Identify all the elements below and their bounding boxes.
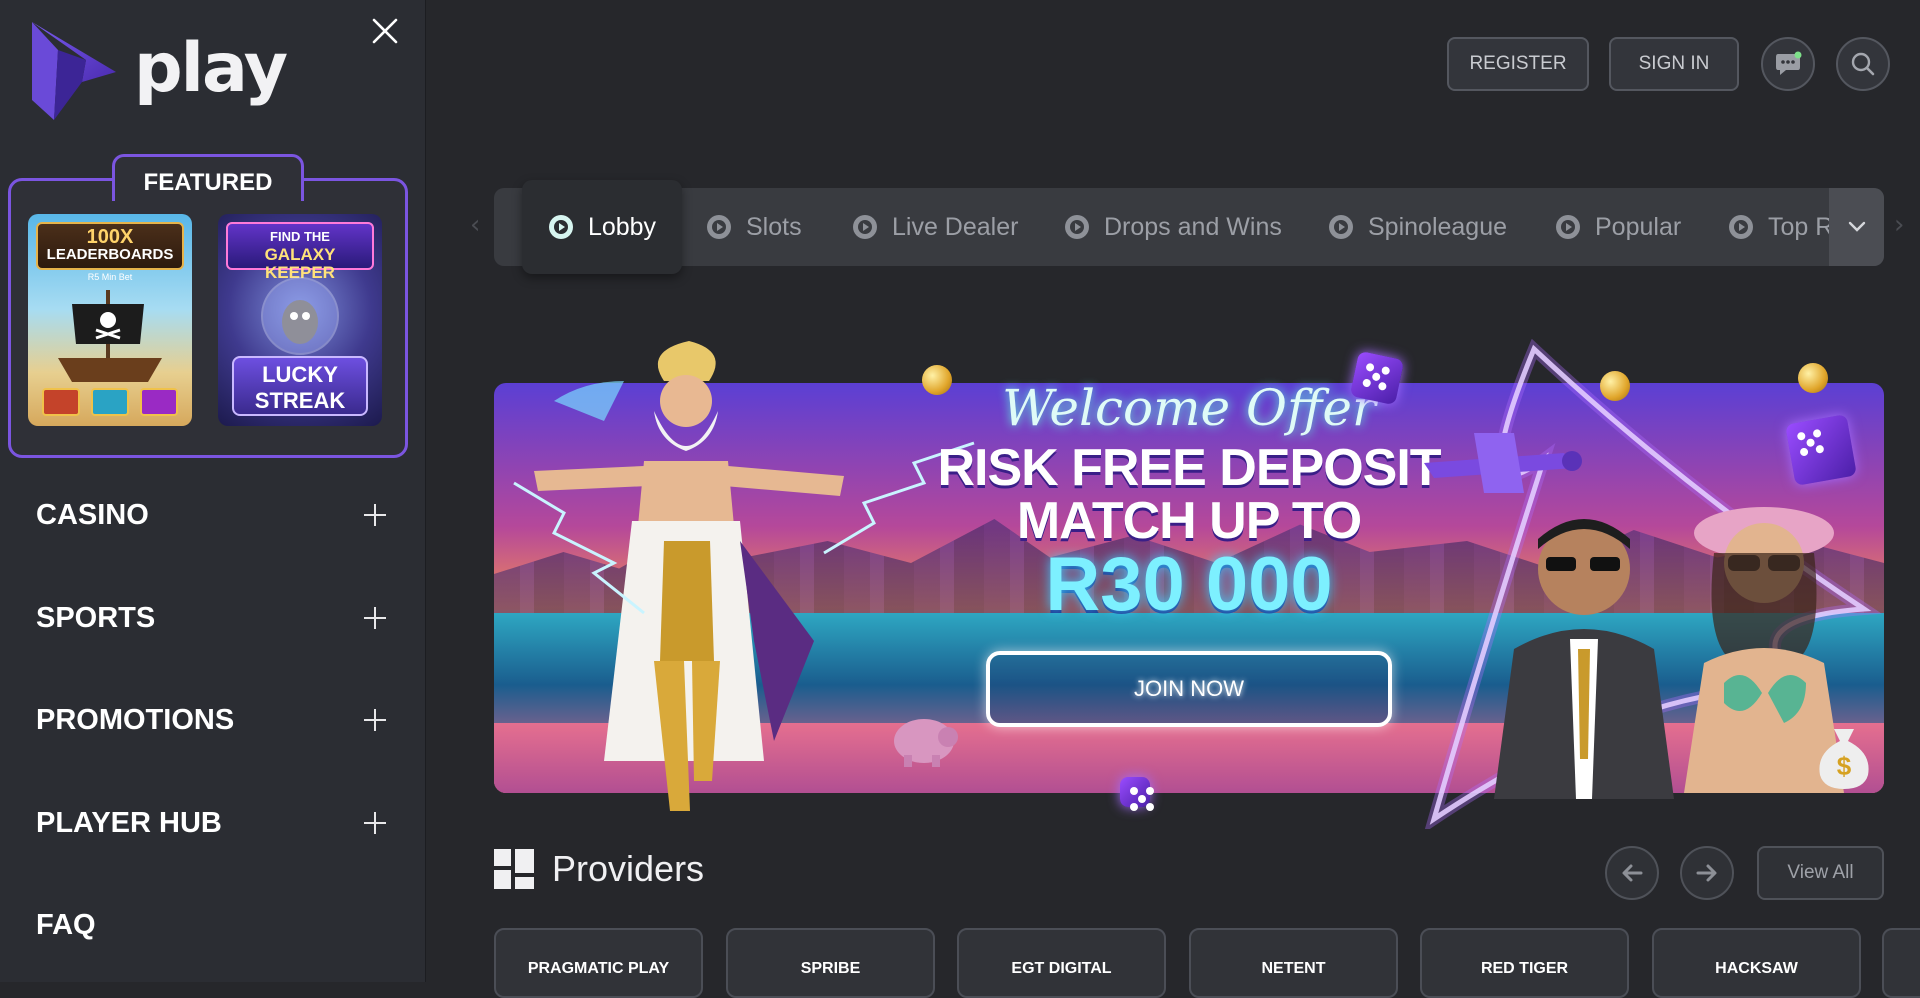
provider-card[interactable]: NETENT bbox=[1189, 928, 1398, 998]
providers-next-button[interactable] bbox=[1680, 846, 1734, 900]
tab-label: Popular bbox=[1595, 212, 1682, 241]
expand-plus-icon bbox=[364, 607, 386, 629]
provider-name: RED TIGER bbox=[1480, 960, 1569, 977]
featured-card-leaderboards[interactable]: 100X LEADERBOARDS R5 Min Bet bbox=[28, 214, 192, 426]
sidebar: play FEATURED 100X LEADERBOARDS R5 Min B… bbox=[0, 0, 426, 982]
tab-label: Spinoleague bbox=[1368, 212, 1508, 241]
plane-icon bbox=[1424, 433, 1582, 493]
tab-lobby[interactable]: Lobby bbox=[522, 180, 682, 274]
chevron-down-icon bbox=[1848, 221, 1865, 232]
brand-wordmark: play bbox=[134, 28, 288, 108]
featured-card-subtitle: LEADERBOARDS bbox=[46, 246, 174, 263]
featured-card-kicker: FIND THE bbox=[270, 229, 330, 244]
featured-card-note: R5 Min Bet bbox=[87, 272, 133, 282]
tab-spinoleague[interactable]: Spinoleague bbox=[1328, 188, 1507, 266]
provider-card-partial[interactable] bbox=[1882, 928, 1920, 998]
money-bag-icon: $ bbox=[1819, 729, 1869, 789]
dice-icon bbox=[1349, 350, 1405, 406]
dice-icon bbox=[1120, 777, 1150, 807]
grid-icon bbox=[494, 849, 534, 889]
sign-in-button[interactable]: SIGN IN bbox=[1609, 37, 1739, 91]
nav-label: SPORTS bbox=[36, 601, 156, 634]
expand-plus-icon bbox=[364, 812, 386, 834]
provider-name: EGT DIGITAL bbox=[1011, 960, 1112, 977]
provider-name: PRAGMATIC PLAY bbox=[527, 960, 670, 977]
galaxy-globe-icon bbox=[261, 277, 339, 355]
close-icon bbox=[372, 18, 398, 44]
featured-card-banner: FIND THE GALAXY KEEPER bbox=[226, 222, 374, 282]
tab-top[interactable]: Top R bbox=[1728, 188, 1833, 266]
top-icon bbox=[1729, 215, 1753, 239]
search-button[interactable] bbox=[1836, 37, 1890, 91]
coin-icon bbox=[922, 365, 952, 395]
svg-text:$: $ bbox=[1837, 751, 1852, 781]
nav-promotions[interactable]: PROMOTIONS bbox=[36, 690, 386, 750]
nav-label: CASINO bbox=[36, 498, 149, 531]
treasure-chests bbox=[42, 388, 178, 416]
nav-label: FAQ bbox=[36, 908, 96, 941]
tab-slots[interactable]: Slots bbox=[706, 188, 802, 266]
tab-label: Top R bbox=[1768, 212, 1834, 241]
pirate-ship-icon bbox=[58, 290, 162, 382]
lobby-icon bbox=[548, 215, 573, 239]
chat-button[interactable] bbox=[1761, 37, 1815, 91]
provider-card[interactable]: EGT DIGITAL bbox=[957, 928, 1166, 998]
expand-plus-icon bbox=[364, 709, 386, 731]
join-now-button[interactable]: JOIN NOW bbox=[986, 651, 1392, 727]
featured-card-galaxy-keeper[interactable]: FIND THE GALAXY KEEPER LUCKY STREAK bbox=[218, 214, 382, 426]
featured-label: FEATURED bbox=[112, 154, 304, 201]
hero-banner[interactable]: Welcome Offer RISK FREE DEPOSIT MATCH UP… bbox=[494, 339, 1884, 829]
brand-logo[interactable]: play bbox=[28, 20, 288, 124]
provider-card[interactable]: SPRIBE bbox=[726, 928, 935, 998]
nav-label: PLAYER HUB bbox=[36, 806, 222, 839]
expand-plus-icon bbox=[364, 504, 386, 526]
slots-icon bbox=[707, 215, 731, 239]
tabs-scroll-right-icon[interactable]: › bbox=[1894, 210, 1904, 240]
featured-card-title: LUCKY STREAK bbox=[232, 356, 368, 416]
provider-name: NETENT bbox=[1261, 960, 1326, 977]
close-sidebar-button[interactable] bbox=[368, 14, 402, 48]
tabs-scroll-left-icon[interactable]: ‹ bbox=[470, 210, 484, 246]
popular-icon bbox=[1556, 215, 1580, 239]
piggy-bank-icon bbox=[894, 719, 958, 767]
providers-heading: Providers bbox=[494, 848, 704, 890]
nav-sports[interactable]: SPORTS bbox=[36, 588, 386, 648]
search-icon bbox=[1851, 52, 1875, 76]
arrow-left-icon bbox=[1622, 864, 1643, 882]
provider-card[interactable]: HACKSAW bbox=[1652, 928, 1861, 998]
tabs-more-button[interactable] bbox=[1829, 188, 1884, 266]
nav-label: PROMOTIONS bbox=[36, 703, 235, 736]
drops-and-wins-icon bbox=[1065, 215, 1089, 239]
nav-faq[interactable]: FAQ bbox=[36, 895, 386, 955]
arrow-right-icon bbox=[1696, 864, 1717, 882]
providers-title: Providers bbox=[552, 848, 705, 889]
provider-card[interactable]: RED TIGER bbox=[1420, 928, 1629, 998]
tab-popular[interactable]: Popular bbox=[1555, 188, 1681, 266]
featured-card-banner: 100X LEADERBOARDS bbox=[36, 222, 184, 270]
provider-card[interactable]: PRAGMATIC PLAY bbox=[494, 928, 703, 998]
view-all-button[interactable]: View All bbox=[1757, 846, 1884, 900]
play-logo-icon bbox=[32, 22, 116, 120]
spinoleague-icon bbox=[1329, 215, 1353, 239]
featured-card-headline: 100X bbox=[86, 226, 134, 248]
live-dealer-icon bbox=[853, 215, 877, 239]
chat-icon bbox=[1776, 51, 1802, 75]
category-tabs: Lobby Slots Live Dealer Drops and Wins S… bbox=[494, 180, 1884, 274]
tab-live-dealer[interactable]: Live Dealer bbox=[852, 188, 1018, 266]
tab-label: Lobby bbox=[587, 212, 657, 241]
tab-label: Live Dealer bbox=[892, 212, 1019, 241]
tab-label: Slots bbox=[746, 212, 802, 241]
providers-prev-button[interactable] bbox=[1605, 846, 1659, 900]
nav-casino[interactable]: CASINO bbox=[36, 485, 386, 545]
provider-name: SPRIBE bbox=[800, 960, 861, 977]
tab-label: Drops and Wins bbox=[1104, 212, 1282, 241]
provider-name: HACKSAW bbox=[1715, 960, 1798, 977]
register-button[interactable]: REGISTER bbox=[1447, 37, 1589, 91]
nav-player-hub[interactable]: PLAYER HUB bbox=[36, 793, 386, 853]
tab-drops-and-wins[interactable]: Drops and Wins bbox=[1064, 188, 1282, 266]
